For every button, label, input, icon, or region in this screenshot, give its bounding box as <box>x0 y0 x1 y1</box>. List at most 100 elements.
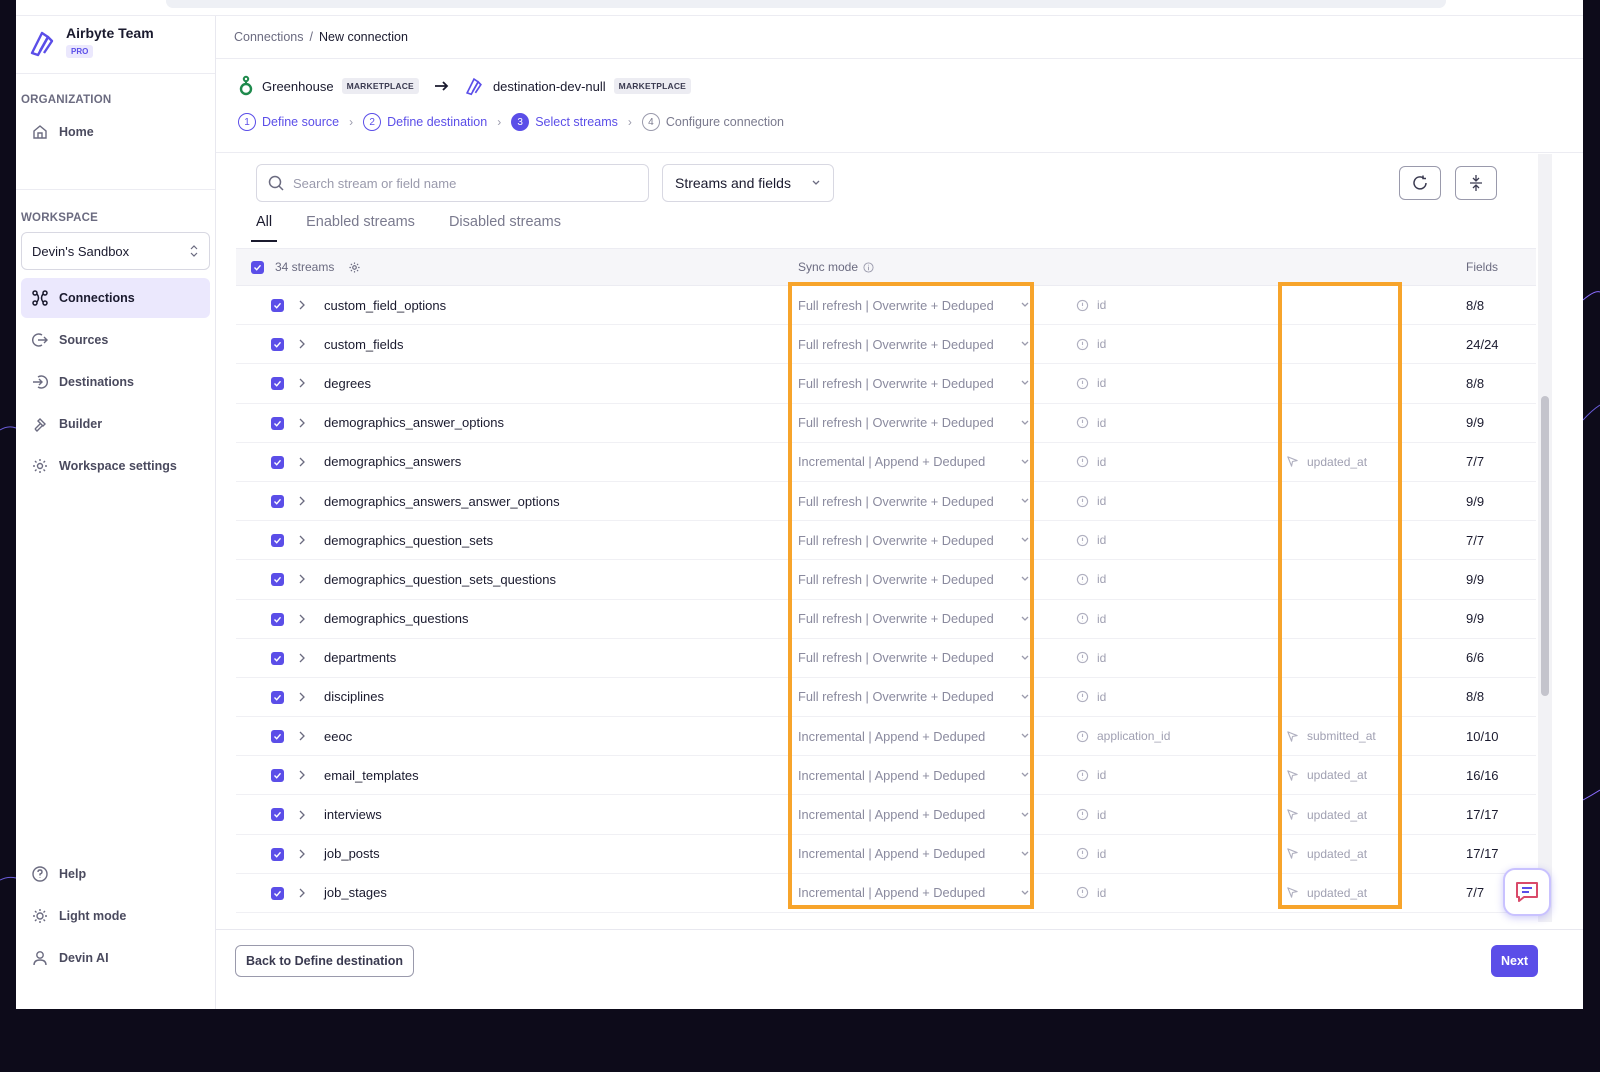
primary-key-field[interactable]: id <box>1076 639 1106 677</box>
table-row[interactable]: demographics_question_sets Full refresh … <box>236 521 1536 561</box>
stream-checkbox[interactable] <box>271 573 284 587</box>
expand-row-chevron-icon[interactable] <box>298 717 306 755</box>
expand-row-chevron-icon[interactable] <box>298 795 306 833</box>
sidebar-item-sources[interactable]: Sources <box>21 320 210 360</box>
stream-checkbox[interactable] <box>271 494 284 508</box>
primary-key-field[interactable]: id <box>1076 443 1106 481</box>
expand-row-chevron-icon[interactable] <box>298 678 306 716</box>
sync-mode-select[interactable]: Full refresh | Overwrite + Deduped <box>798 286 1030 324</box>
primary-key-field[interactable]: id <box>1076 835 1106 873</box>
expand-row-chevron-icon[interactable] <box>298 835 306 873</box>
sync-mode-select[interactable]: Full refresh | Overwrite + Deduped <box>798 560 1030 598</box>
stream-checkbox[interactable] <box>271 377 284 391</box>
back-button[interactable]: Back to Define destination <box>235 945 414 977</box>
next-button[interactable]: Next <box>1491 945 1539 977</box>
primary-key-field[interactable]: id <box>1076 325 1106 363</box>
table-row[interactable]: email_templates Incremental | Append + D… <box>236 756 1536 796</box>
tab-enabled-streams[interactable]: Enabled streams <box>301 214 420 242</box>
step-define-source[interactable]: 1 Define source <box>238 113 339 131</box>
primary-key-field[interactable]: id <box>1076 795 1106 833</box>
content-scrollbar[interactable] <box>1538 154 1552 922</box>
sidebar-item-help[interactable]: Help <box>21 854 211 894</box>
sidebar-item-destinations[interactable]: Destinations <box>21 362 210 402</box>
primary-key-field[interactable]: id <box>1076 600 1106 638</box>
sync-mode-select[interactable]: Full refresh | Overwrite + Deduped <box>798 639 1030 677</box>
table-row[interactable]: interviews Incremental | Append + Dedupe… <box>236 795 1536 835</box>
tab-disabled-streams[interactable]: Disabled streams <box>444 214 566 242</box>
breadcrumb-connections-link[interactable]: Connections <box>234 30 304 44</box>
expand-row-chevron-icon[interactable] <box>298 443 306 481</box>
expand-row-chevron-icon[interactable] <box>298 482 306 520</box>
sidebar-item-light-mode[interactable]: Light mode <box>21 896 211 936</box>
primary-key-field[interactable]: id <box>1076 678 1106 716</box>
expand-row-chevron-icon[interactable] <box>298 756 306 794</box>
sidebar-item-builder[interactable]: Builder <box>21 404 210 444</box>
sync-mode-select[interactable]: Full refresh | Overwrite + Deduped <box>798 325 1030 363</box>
primary-key-field[interactable]: id <box>1076 404 1106 442</box>
sync-mode-select[interactable]: Full refresh | Overwrite + Deduped <box>798 678 1030 716</box>
stream-checkbox[interactable] <box>271 808 284 822</box>
stream-checkbox[interactable] <box>271 534 284 548</box>
table-row[interactable]: disciplines Full refresh | Overwrite + D… <box>236 678 1536 718</box>
primary-key-field[interactable]: id <box>1076 364 1106 402</box>
table-row[interactable]: job_posts Incremental | Append + Deduped… <box>236 835 1536 874</box>
expand-collapse-button[interactable] <box>1455 166 1497 200</box>
stream-checkbox[interactable] <box>271 886 284 900</box>
expand-row-chevron-icon[interactable] <box>298 325 306 363</box>
stream-checkbox[interactable] <box>271 455 284 469</box>
sidebar-item-workspace-settings[interactable]: Workspace settings <box>21 446 210 486</box>
primary-key-field[interactable]: id <box>1076 560 1106 598</box>
chat-support-button[interactable] <box>1503 868 1551 916</box>
table-row[interactable]: job_stages Incremental | Append + Dedupe… <box>236 874 1536 913</box>
primary-key-field[interactable]: id <box>1076 756 1106 794</box>
select-all-checkbox[interactable] <box>251 261 264 274</box>
table-row[interactable]: demographics_question_sets_questions Ful… <box>236 560 1536 600</box>
workspace-selector[interactable]: Devin's Sandbox <box>21 232 210 270</box>
sync-mode-select[interactable]: Full refresh | Overwrite + Deduped <box>798 600 1030 638</box>
cursor-field[interactable]: updated_at <box>1286 835 1367 873</box>
sync-mode-select[interactable]: Incremental | Append + Deduped <box>798 874 1030 912</box>
primary-key-field[interactable]: id <box>1076 286 1106 324</box>
expand-row-chevron-icon[interactable] <box>298 286 306 324</box>
cursor-field[interactable]: updated_at <box>1286 756 1367 794</box>
expand-row-chevron-icon[interactable] <box>298 874 306 912</box>
table-row[interactable]: departments Full refresh | Overwrite + D… <box>236 639 1536 678</box>
stream-checkbox[interactable] <box>271 730 284 744</box>
expand-row-chevron-icon[interactable] <box>298 639 306 677</box>
table-row[interactable]: degrees Full refresh | Overwrite + Dedup… <box>236 364 1536 404</box>
table-row[interactable]: demographics_questions Full refresh | Ov… <box>236 600 1536 639</box>
sync-mode-select[interactable]: Incremental | Append + Deduped <box>798 756 1030 794</box>
search-input[interactable]: Search stream or field name <box>256 164 649 202</box>
sidebar-item-user[interactable]: Devin AI <box>21 938 211 978</box>
tab-all[interactable]: All <box>251 214 278 242</box>
stream-checkbox[interactable] <box>271 651 284 665</box>
expand-row-chevron-icon[interactable] <box>298 404 306 442</box>
sync-mode-select[interactable]: Incremental | Append + Deduped <box>798 835 1030 873</box>
stream-checkbox[interactable] <box>271 416 284 430</box>
sync-mode-select[interactable]: Full refresh | Overwrite + Deduped <box>798 521 1030 559</box>
table-row[interactable]: demographics_answers Incremental | Appen… <box>236 443 1536 482</box>
cursor-field[interactable]: updated_at <box>1286 443 1367 481</box>
sync-mode-select[interactable]: Incremental | Append + Deduped <box>798 795 1030 833</box>
table-row[interactable]: demographics_answer_options Full refresh… <box>236 404 1536 443</box>
step-define-destination[interactable]: 2 Define destination <box>363 113 487 131</box>
stream-checkbox[interactable] <box>271 769 284 783</box>
sidebar-item-home[interactable]: Home <box>21 112 210 152</box>
table-row[interactable]: custom_fields Full refresh | Overwrite +… <box>236 325 1536 365</box>
stream-checkbox[interactable] <box>271 299 284 312</box>
table-row[interactable]: custom_field_options Full refresh | Over… <box>236 286 1536 326</box>
primary-key-field[interactable]: id <box>1076 521 1106 559</box>
sync-mode-select[interactable]: Incremental | Append + Deduped <box>798 443 1030 481</box>
expand-row-chevron-icon[interactable] <box>298 600 306 638</box>
refresh-schema-button[interactable] <box>1399 166 1441 200</box>
sync-mode-select[interactable]: Incremental | Append + Deduped <box>798 717 1030 755</box>
primary-key-field[interactable]: application_id <box>1076 717 1170 755</box>
sidebar-item-connections[interactable]: Connections <box>21 278 210 318</box>
cursor-field[interactable]: submitted_at <box>1286 717 1376 755</box>
expand-row-chevron-icon[interactable] <box>298 560 306 598</box>
table-row[interactable]: demographics_answers_answer_options Full… <box>236 482 1536 522</box>
cursor-field[interactable]: updated_at <box>1286 795 1367 833</box>
expand-row-chevron-icon[interactable] <box>298 364 306 402</box>
sync-mode-select[interactable]: Full refresh | Overwrite + Deduped <box>798 404 1030 442</box>
expand-row-chevron-icon[interactable] <box>298 521 306 559</box>
